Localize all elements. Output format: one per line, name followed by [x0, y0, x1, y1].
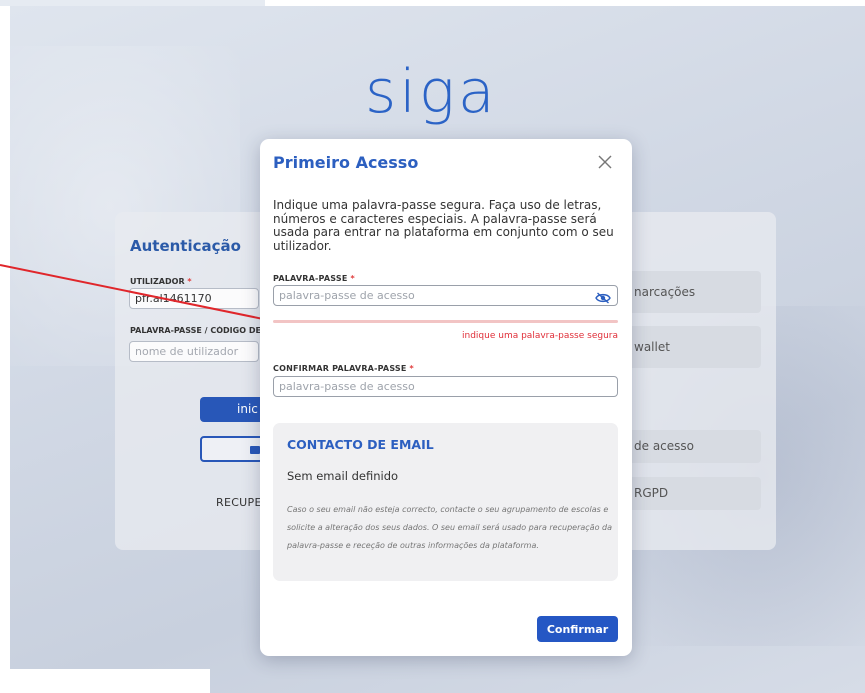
- recover-password-link[interactable]: RECUPE: [216, 496, 262, 509]
- button-icon: [250, 446, 260, 454]
- siga-logo: siga: [365, 57, 498, 127]
- arrow-line: [0, 264, 269, 321]
- password-strength-bar: [273, 320, 618, 323]
- password-label: PALAVRA-PASSE *: [273, 274, 355, 283]
- email-contact-title: CONTACTO DE EMAIL: [287, 437, 434, 452]
- right-menu-item-acesso[interactable]: de acesso: [615, 430, 761, 463]
- toggle-password-visibility[interactable]: [595, 289, 611, 304]
- email-note: Caso o seu email não esteja correcto, co…: [287, 505, 612, 550]
- right-menu-item-rgpd[interactable]: RGPD: [615, 477, 761, 510]
- password-label-text: PALAVRA-PASSE: [273, 274, 348, 283]
- email-value: Sem email definido: [287, 469, 399, 483]
- close-button[interactable]: [596, 153, 614, 171]
- confirm-password-input[interactable]: [273, 376, 618, 397]
- password-error-message: indique uma palavra-passe segura: [462, 331, 618, 341]
- right-menu-item-marcacoes[interactable]: narcações: [615, 271, 761, 313]
- modal-description: Indique uma palavra-passe segura. Faça u…: [273, 198, 614, 253]
- required-mark: *: [350, 274, 355, 283]
- modal-title: Primeiro Acesso: [273, 153, 419, 172]
- annotation-arrow: [0, 264, 282, 327]
- first-access-modal: Primeiro Acesso Indique uma palavra-pass…: [260, 139, 632, 656]
- confirm-password-label-text: CONFIRMAR PALAVRA-PASSE: [273, 364, 407, 373]
- confirm-button[interactable]: Confirmar: [537, 616, 618, 642]
- required-mark: *: [409, 364, 414, 373]
- confirm-password-label: CONFIRMAR PALAVRA-PASSE *: [273, 364, 414, 373]
- eye-slash-icon: [595, 292, 611, 304]
- right-menu-item-wallet[interactable]: wallet: [615, 326, 761, 368]
- email-contact-box: CONTACTO DE EMAIL Sem email definido Cas…: [273, 423, 618, 581]
- close-icon: [598, 155, 612, 169]
- password-input[interactable]: [273, 285, 618, 306]
- page-margin: [0, 669, 210, 693]
